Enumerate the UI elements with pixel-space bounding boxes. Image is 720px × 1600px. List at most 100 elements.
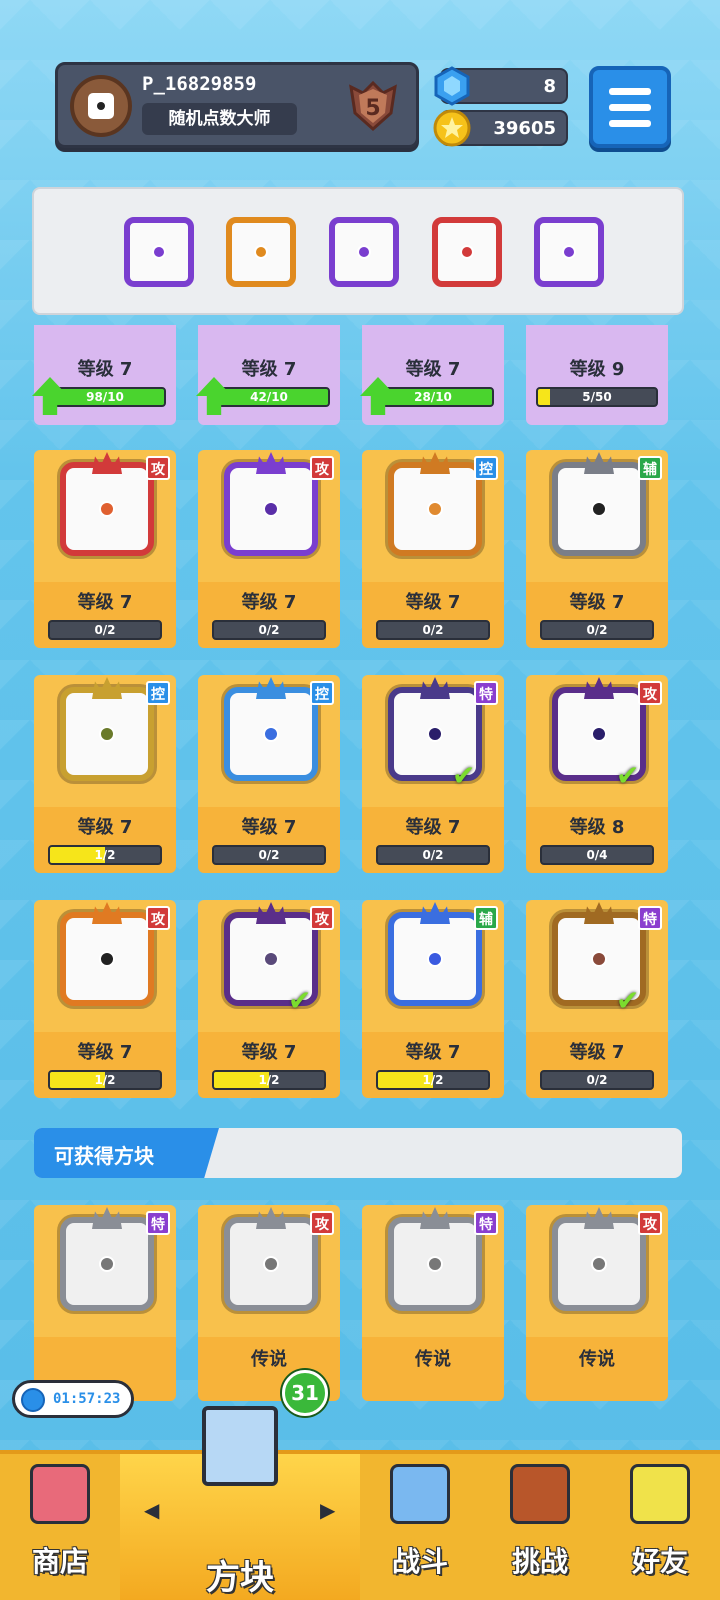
dice-card[interactable]: 攻 等级 7 0/2 [34,450,176,648]
nav-shop[interactable]: 商店 [0,1454,120,1600]
dice-pip-icon [427,726,443,742]
dice-pip-icon [591,501,607,517]
nav-battle[interactable]: 战斗 [360,1454,480,1600]
dice-pip-icon [427,1256,443,1272]
dice-card-partial[interactable]: 等级 7 28/10 [360,325,504,425]
rainbow-dice-slot[interactable] [432,217,502,287]
progress-text: 0/2 [258,623,280,637]
coin-counter[interactable]: 39605 [433,109,568,147]
dice-level: 等级 7 [77,1042,133,1063]
dice-pip-icon [152,245,166,259]
rarity-label: 传说 [415,1349,451,1370]
dice-card[interactable]: 攻 ✔ 等级 7 1/2 [198,900,340,1098]
nav-friends-label: 好友 [631,1545,688,1578]
dice-face [60,462,154,556]
gem-counter[interactable]: 8 [434,66,568,106]
dice-face [552,462,646,556]
dice-card[interactable]: 攻 等级 7 1/2 [34,900,176,1098]
menu-button[interactable] [589,66,671,148]
gem-icon [434,66,470,106]
dice-type-tag: 攻 [310,906,334,930]
dice-level: 等级 7 [77,592,133,613]
equipped-check-icon: ✔ [616,759,640,792]
locked-dice-card[interactable]: 攻 传说 [526,1205,668,1401]
dice-card-partial[interactable]: 等级 7 98/10 [32,325,176,425]
battle-icon [390,1464,450,1524]
dice-card[interactable]: 控 等级 7 1/2 [34,675,176,873]
dice-card[interactable]: 控 等级 7 0/2 [362,450,504,648]
coin-icon [433,109,471,147]
dice-card-partial[interactable]: 等级 7 42/10 [196,325,340,425]
nav-shop-label: 商店 [31,1545,88,1578]
dice-card[interactable]: 攻 等级 7 0/2 [198,450,340,648]
shop-timer: 01:57:23 [12,1380,134,1418]
timer-text: 01:57:23 [53,1391,121,1407]
dice-pip-icon [263,501,279,517]
upgrade-arrow-icon [360,377,396,415]
dice-card[interactable]: 控 等级 7 0/2 [198,675,340,873]
rank-shield-icon[interactable]: 5 [345,79,401,133]
nav-friends[interactable]: 好友 [600,1454,720,1600]
dice-pip-icon [427,951,443,967]
player-profile-panel[interactable]: P_16829859 随机点数大师 5 [55,62,419,148]
nav-dice[interactable]: 方块 [120,1406,360,1600]
equipped-check-icon: ✔ [288,984,312,1017]
progress-bar: 5/50 [536,387,658,407]
dice-pip-icon [562,245,576,259]
heart-dice-slot[interactable] [226,217,296,287]
bottom-nav: 商店 方块 战斗 挑战 好友 [0,1406,720,1600]
progress-bar: 1/2 [48,845,162,865]
nav-dice-label: 方块 [206,1558,274,1598]
progress-text: 0/4 [586,848,608,862]
dice-card[interactable]: 辅 等级 7 0/2 [526,450,668,648]
progress-text: 0/2 [94,623,116,637]
dice-card[interactable]: 攻 ✔ 等级 8 0/4 [526,675,668,873]
dice-type-tag: 辅 [638,456,662,480]
dice-level: 等级 7 [405,592,461,613]
dice-level: 等级 8 [569,817,625,838]
dice-card-partial[interactable]: 等级 9 5/50 [526,325,668,425]
dice-pip-icon [99,501,115,517]
progress-bar: 0/2 [212,620,326,640]
locked-dice-card[interactable]: 攻 传说 [198,1205,340,1401]
target-dice-slot[interactable] [534,217,604,287]
locked-dice-card[interactable]: 特 传说 [362,1205,504,1401]
player-avatar[interactable] [70,75,132,137]
dice-face [60,912,154,1006]
dice-card[interactable]: 特 ✔ 等级 7 0/2 [362,675,504,873]
magic-circle-dice-slot[interactable] [329,217,399,287]
clock-icon [21,1388,45,1412]
dice-card[interactable]: 辅 等级 7 1/2 [362,900,504,1098]
rarity-label: 传说 [579,1349,615,1370]
dice-type-tag: 控 [146,681,170,705]
dice-level: 等级 7 [569,592,625,613]
combo-dice-slot[interactable] [124,217,194,287]
progress-text: 0/2 [586,1073,608,1087]
rank-number: 5 [365,96,380,121]
friends-icon [630,1464,690,1524]
progress-bar: 1/2 [48,1070,162,1090]
rarity-label: 传说 [251,1349,287,1370]
nav-challenge[interactable]: 挑战 [480,1454,600,1600]
progress-text: 0/2 [422,848,444,862]
dice-card[interactable]: 特 ✔ 等级 7 0/2 [526,900,668,1098]
locked-dice-card[interactable]: 特 [34,1205,176,1401]
dice-type-tag: 特 [474,681,498,705]
dice-type-tag: 攻 [146,456,170,480]
next-arrow-icon[interactable]: ▶ [320,1498,335,1522]
player-title: 随机点数大师 [142,103,297,135]
progress-text: 98/10 [86,390,124,404]
mystery-cube-icon [202,1406,278,1486]
equipped-check-icon: ✔ [616,984,640,1017]
dice-face [388,462,482,556]
progress-text: 5/50 [582,390,612,404]
dice-type-tag: 控 [310,681,334,705]
dice-level: 等级 7 [241,359,297,380]
prev-arrow-icon[interactable]: ◀ [144,1498,159,1522]
dice-pip-icon [263,1256,279,1272]
dice-pip-icon [357,245,371,259]
nav-battle-label: 战斗 [391,1545,448,1578]
dice-pip-icon [591,1256,607,1272]
progress-text: 1/2 [94,848,116,862]
coin-count: 39605 [493,118,556,139]
